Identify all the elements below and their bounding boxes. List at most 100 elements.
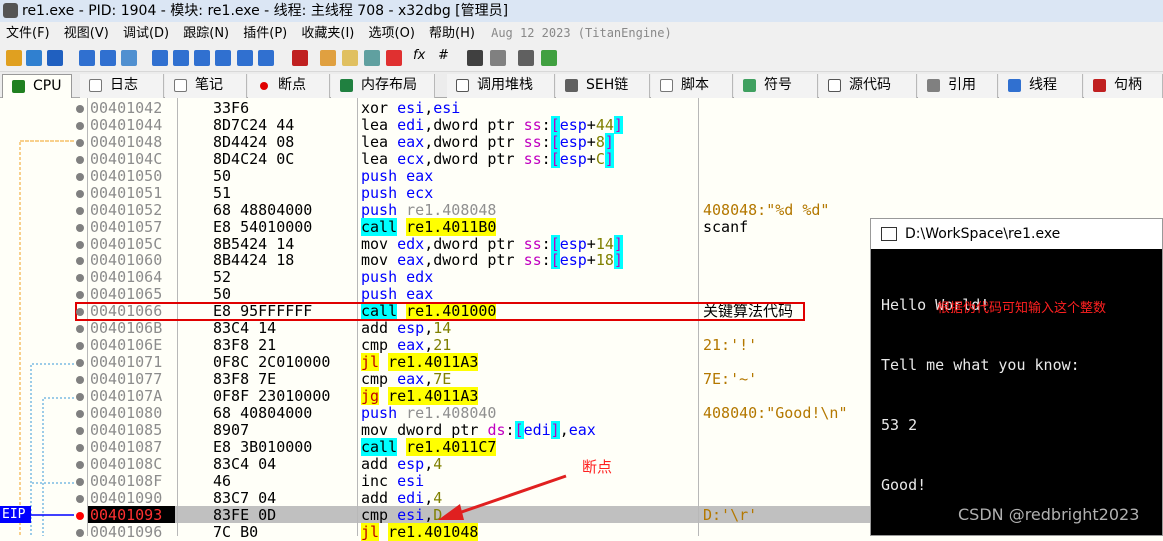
breakpoint-slot-icon[interactable] <box>76 155 84 164</box>
breakpoint-slot-icon[interactable] <box>76 528 84 537</box>
breakpoint-slot-icon[interactable] <box>76 460 84 469</box>
tab-memory-map[interactable]: 内存布局 <box>331 74 435 98</box>
tab-references[interactable]: 引用 <box>918 74 998 98</box>
breakpoint-slot-icon[interactable] <box>76 223 84 232</box>
bookmarks-icon[interactable] <box>386 50 402 66</box>
disasm-row[interactable]: 00401057 E8 54010000 call re1.4011B0 scanf <box>87 217 867 236</box>
disasm-row[interactable]: 00401051 51 push ecx <box>87 184 867 202</box>
disasm-row[interactable]: 00401042 33F6 xor esi,esi <box>87 100 867 117</box>
tab-threads[interactable]: 线程 <box>999 74 1083 98</box>
hash-icon[interactable]: # <box>438 48 449 63</box>
call-stack-icon <box>456 79 469 92</box>
calculator-icon[interactable] <box>518 50 534 66</box>
menu-debug[interactable]: 调试(D) <box>123 26 169 41</box>
breakpoint-slot-icon[interactable] <box>76 494 84 503</box>
disasm-row[interactable]: 00401050 50 push eax <box>87 167 867 185</box>
menu-help[interactable]: 帮助(H) <box>429 26 475 41</box>
breakpoint-slot-icon[interactable] <box>76 172 84 181</box>
row-instruction: call re1.4011C7 <box>361 437 497 456</box>
tab-handles[interactable]: 句柄 <box>1084 74 1163 98</box>
script-icon[interactable] <box>292 50 308 66</box>
row-comment: scanf <box>703 217 749 236</box>
disasm-row[interactable]: 00401060 8B4424 18 mov eax,dword ptr ss:[e… <box>87 251 867 270</box>
disasm-row[interactable]: 00401064 52 push edx <box>87 269 867 286</box>
step-into-icon[interactable] <box>152 50 168 66</box>
row-address: 00401048 <box>90 132 163 151</box>
disasm-row[interactable]: 0040105C 8B5424 14 mov edx,dword ptr ss:[e… <box>87 234 867 253</box>
disasm-row[interactable]: 00401085 8907 mov dword ptr ds:[edi],eax <box>87 420 867 439</box>
breakpoint-slot-icon[interactable] <box>76 206 84 215</box>
web-icon[interactable] <box>541 50 557 66</box>
disasm-row[interactable]: 0040104C 8D4C24 0C lea ecx,dword ptr ss:[e… <box>87 149 867 168</box>
disasm-row[interactable]: 00401052 68 48804000 push re1.408048 408048… <box>87 201 867 219</box>
disasm-row[interactable]: 0040106B 83C4 14 add esp,14 <box>87 320 867 337</box>
window-title-bar: re1.exe - PID: 1904 - 模块: re1.exe - 线程: … <box>0 0 1163 22</box>
row-bytes: 52 <box>213 268 232 287</box>
disasm-row[interactable]: 00401071 0F8C 2C010000 jl re1.4011A3 <box>87 353 867 372</box>
breakpoint-slot-icon[interactable] <box>76 189 84 198</box>
step-over-icon[interactable] <box>173 50 189 66</box>
pause-icon[interactable] <box>100 50 116 66</box>
row-instruction: cmp eax,21 <box>361 336 452 355</box>
breakpoint-slot-icon[interactable] <box>76 138 84 147</box>
menu-bar: 文件(F) 视图(V) 调试(D) 跟踪(N) 插件(P) 收藏夹(I) 选项(… <box>0 22 1163 44</box>
disasm-row[interactable]: 00401044 8D7C24 44 lea edi,dword ptr ss:[e… <box>87 115 867 134</box>
disasm-row[interactable]: 00401077 83F8 7E cmp eax,7E 7E:'~' <box>87 371 867 388</box>
breakpoint-slot-icon[interactable] <box>76 409 84 418</box>
comments-icon[interactable] <box>342 50 358 66</box>
breakpoint-arrow <box>438 474 567 520</box>
run-to-user-code-icon[interactable] <box>258 50 274 66</box>
execute-till-return-icon[interactable] <box>237 50 253 66</box>
tab-source[interactable]: 源代码 <box>819 74 917 98</box>
tab-cpu[interactable]: CPU <box>2 74 72 98</box>
functions-icon[interactable]: fx <box>413 48 425 63</box>
breakpoint-slot-icon[interactable] <box>76 121 84 130</box>
row-bytes: 8907 <box>213 420 250 439</box>
breakpoint-slot-icon[interactable] <box>76 443 84 452</box>
tab-seh[interactable]: SEH链 <box>556 74 650 98</box>
restart-icon[interactable] <box>26 50 42 66</box>
font-icon[interactable] <box>467 50 483 66</box>
disasm-row[interactable]: 00401087 E8 3B010000 call re1.4011C7 <box>87 437 867 456</box>
settings-icon[interactable] <box>490 50 506 66</box>
row-address: 0040106E <box>90 336 163 355</box>
run-icon[interactable] <box>79 50 95 66</box>
menu-plugins[interactable]: 插件(P) <box>243 26 287 41</box>
tab-notes[interactable]: 笔记 <box>165 74 247 98</box>
labels-icon[interactable] <box>364 50 380 66</box>
console-window[interactable]: D:\WorkSpace\re1.exe Hello World! Tell m… <box>870 218 1163 536</box>
menu-favourites[interactable]: 收藏夹(I) <box>301 26 354 41</box>
disasm-row[interactable]: 00401048 8D4424 08 lea eax,dword ptr ss:[e… <box>87 132 867 151</box>
breakpoint-slot-icon[interactable] <box>76 105 84 113</box>
breakpoint-slot-icon[interactable] <box>76 392 84 401</box>
menu-options[interactable]: 选项(O) <box>369 26 415 41</box>
disasm-row[interactable]: 00401065 50 push eax <box>87 286 867 303</box>
disasm-row[interactable]: 00401080 68 40804000 push re1.408040 408040… <box>87 404 867 422</box>
row-bytes: 7C B0 <box>213 522 259 541</box>
tab-call-stack[interactable]: 调用堆栈 <box>447 74 555 98</box>
disasm-row[interactable]: 0040106E 83F8 21 cmp eax,21 21:'!' <box>87 337 867 354</box>
row-address: 0040108F <box>90 471 163 490</box>
disasm-row[interactable]: 0040107A 0F8F 23010000 jg re1.4011A3 <box>87 386 867 405</box>
trace-over-icon[interactable] <box>215 50 231 66</box>
tab-breakpoints[interactable]: 断点 <box>248 74 330 98</box>
tab-script[interactable]: 脚本 <box>651 74 733 98</box>
breakpoint-slot-icon[interactable] <box>76 426 84 435</box>
disasm-row[interactable]: 00401096 7C B0 jl re1.401048 <box>87 522 867 541</box>
stop-icon[interactable] <box>47 50 63 66</box>
menu-file[interactable]: 文件(F) <box>6 26 50 41</box>
breakpoint-slot-icon[interactable] <box>76 376 84 385</box>
tab-log[interactable]: 日志 <box>80 74 164 98</box>
menu-view[interactable]: 视图(V) <box>64 26 109 41</box>
menu-trace[interactable]: 跟踪(N) <box>183 26 229 41</box>
run-to-user-icon[interactable] <box>121 50 137 66</box>
tab-symbols[interactable]: 符号 <box>734 74 818 98</box>
row-address: 00401065 <box>90 285 163 304</box>
patch-icon[interactable] <box>320 50 336 66</box>
open-icon[interactable] <box>6 50 22 66</box>
row-address: 00401093 <box>90 505 163 524</box>
breakpoint-slot-icon[interactable] <box>76 477 84 486</box>
breakpoint-slot-icon[interactable] <box>76 240 84 249</box>
breakpoint-icon[interactable] <box>76 511 84 520</box>
trace-into-icon[interactable] <box>194 50 210 66</box>
